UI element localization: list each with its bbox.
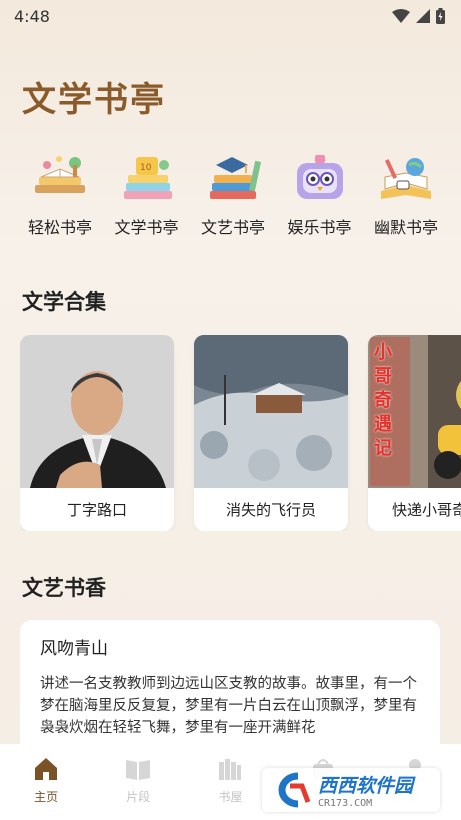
card-title: 丁字路口	[66, 501, 127, 519]
category-item[interactable]: 幽默书亭	[364, 150, 448, 238]
watermark: 西西软件园 CR173.COM	[262, 768, 440, 812]
tab-fragments[interactable]: 片段	[98, 756, 178, 820]
collection-card[interactable]: 丁字路口	[20, 335, 174, 531]
category-row: 轻松书亭 10 文学书亭 文艺书亭 娱乐书亭 幽默书亭	[18, 150, 448, 238]
card-title: 消失的飞行员	[225, 501, 316, 519]
battery-icon	[436, 8, 445, 24]
tab-label: 书屋	[218, 790, 243, 804]
category-label: 文学书亭	[114, 218, 179, 237]
category-item[interactable]: 轻松书亭	[18, 150, 102, 238]
category-label: 幽默书亭	[373, 218, 438, 237]
tab-label: 主页	[34, 790, 59, 804]
card-title: 快递小哥奇遇记	[392, 501, 461, 519]
collection-card[interactable]: 消失的飞行员	[194, 335, 348, 531]
watermark-url: CR173.COM	[318, 798, 373, 809]
category-label: 娱乐书亭	[287, 218, 352, 237]
notebook-stack-icon: 10	[115, 150, 179, 208]
graduation-books-icon	[201, 150, 265, 208]
wifi-icon	[392, 9, 410, 23]
collection-carousel[interactable]: 丁字路口 消失的飞行员 小哥奇遇记 快递小哥奇遇记	[20, 335, 461, 531]
status-time: 4:48	[14, 6, 50, 26]
signal-icon	[416, 9, 430, 23]
section-title-featured: 文艺书香	[22, 576, 106, 600]
home-icon	[35, 758, 58, 780]
collection-card[interactable]: 小哥奇遇记 快递小哥奇遇记	[368, 335, 461, 531]
robot-toy-icon	[288, 150, 352, 208]
page-title: 文学书亭	[22, 80, 166, 120]
bookshelf-icon	[219, 759, 242, 780]
status-bar: 4:48	[0, 0, 461, 32]
category-item[interactable]: 文艺书亭	[191, 150, 275, 238]
status-icons	[392, 8, 445, 24]
category-label: 轻松书亭	[27, 218, 92, 237]
watermark-brand: 西西软件园	[318, 775, 414, 797]
tab-home[interactable]: 主页	[6, 756, 86, 820]
tab-label: 片段	[126, 790, 151, 804]
open-book-globe-icon	[374, 150, 438, 208]
book-open-icon	[126, 760, 151, 780]
article-excerpt: 讲述一名支教教师到边远山区支教的故事。故事里，有一个梦在脑海里反反复复，梦里有一…	[40, 676, 417, 736]
category-label: 文艺书亭	[200, 218, 265, 237]
watermark-logo-icon	[278, 772, 311, 808]
books-plant-icon	[28, 150, 92, 208]
article-title: 风吻青山	[40, 639, 108, 659]
cover-image-portrait	[20, 335, 174, 488]
section-title-collection: 文学合集	[22, 290, 106, 314]
cover-title-text: 小哥奇遇记	[374, 342, 392, 459]
cover-image-snowy-village	[194, 335, 348, 488]
tab-bookhouse[interactable]: 书屋	[190, 756, 270, 820]
category-item[interactable]: 10 文学书亭	[105, 150, 189, 238]
category-item[interactable]: 娱乐书亭	[278, 150, 362, 238]
svg-text:10: 10	[140, 163, 152, 173]
